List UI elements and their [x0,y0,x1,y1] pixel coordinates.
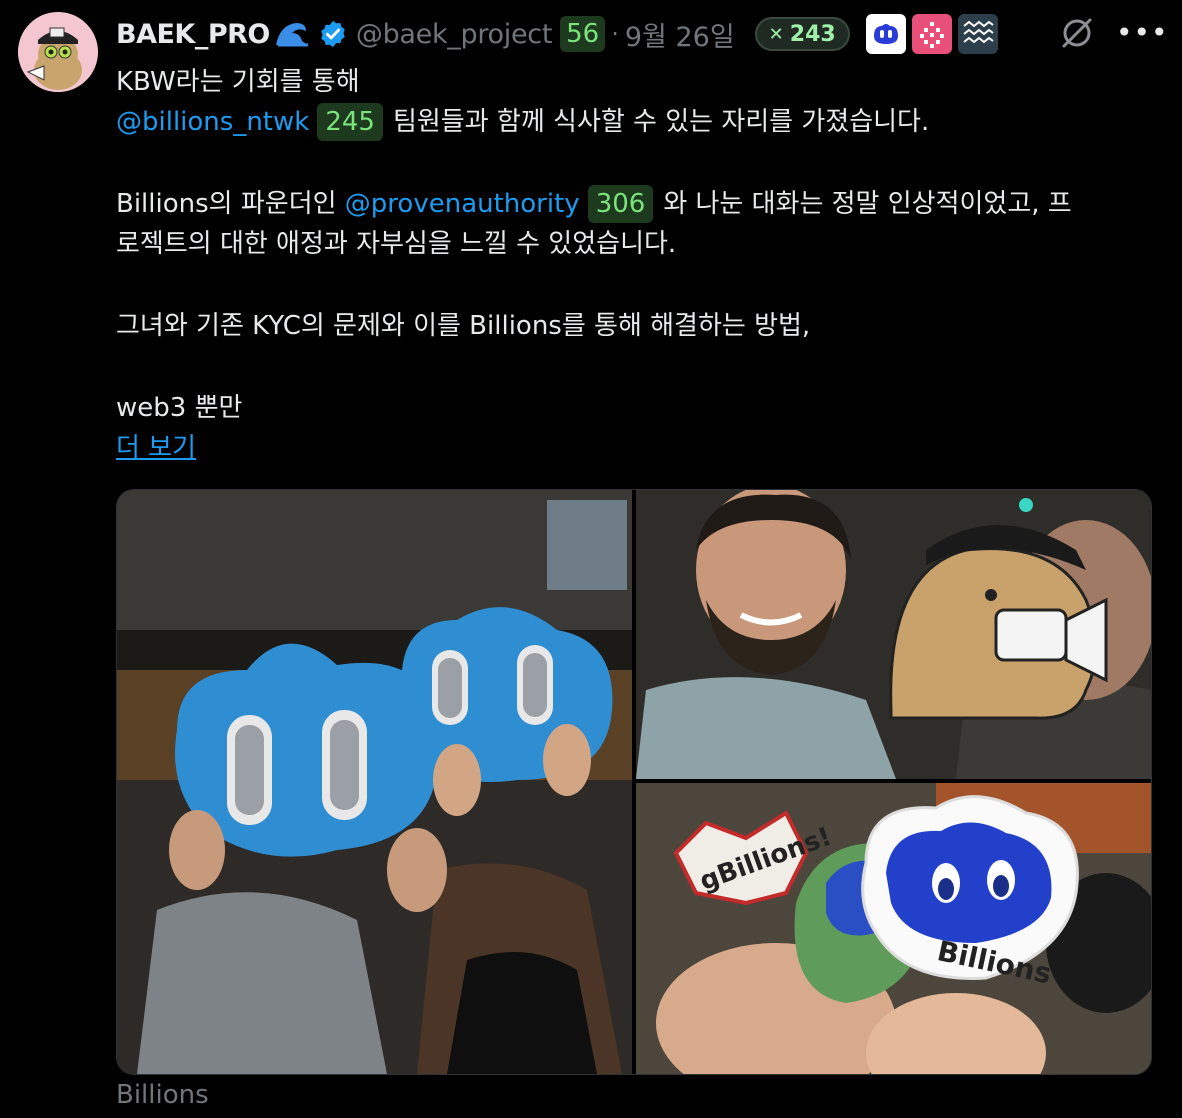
verified-badge-icon[interactable] [318,19,348,49]
text-segment: 그녀와 기존 KYC의 문제와 이를 Billions를 통해 해결하는 방법, [116,311,811,341]
mention-score-badge: 245 [317,103,383,141]
display-name[interactable]: BAEK_PRO [116,19,270,50]
text-segment: 팀원들과 함께 식사할 수 있는 자리를 가졌습니다. [392,107,930,137]
text-segment: 와 나눈 대화는 정말 인상적이었고, 프 [663,189,1072,219]
text-line: 로젝트의 대한 애정과 자부심을 느낄 수 있었습니다. [116,224,1156,264]
text-segment: web3 뿐만 [116,393,243,423]
x-count-value: 243 [789,21,836,47]
billions-app-icon[interactable] [865,14,906,54]
handle[interactable]: @baek_project [356,19,553,50]
separator-dot: · [611,20,619,48]
text-line: KBW라는 기회를 통해 [116,62,1156,102]
x-logo-icon: ✕ [768,23,784,45]
photo-people-with-masks[interactable] [117,490,632,1074]
author-score-badge: 56 [560,16,606,52]
mention-score-badge: 306 [587,185,654,223]
tweet-date[interactable]: 9월 26일 [625,15,735,54]
mention-billions-ntwk[interactable]: @billions_ntwk [116,107,309,137]
text-line: web3 뿐만 [116,388,1156,428]
tweet-header: BAEK_PRO @baek_project 56 · 9월 26일 ✕ 243 [116,12,998,56]
photo-keychains[interactable]: gBillions! Billions [636,783,1151,1074]
text-segment: KBW라는 기회를 통해 [116,67,360,97]
waves-app-icon[interactable] [957,14,998,54]
media-grid: gBillions! Billions [116,489,1152,1075]
show-more-link[interactable]: 더 보기 [116,433,196,463]
media-caption: Billions [116,1080,209,1110]
more-options-icon[interactable]: ••• [1116,16,1169,49]
wave-icon [274,19,310,49]
pink-app-icon[interactable] [911,14,952,54]
mention-provenauthority[interactable]: @provenauthority [345,189,580,219]
text-line: @billions_ntwk 245 팀원들과 함께 식사할 수 있는 자리를 가졌… [116,102,1156,142]
photo-man-and-mascot[interactable] [636,490,1151,779]
avatar[interactable] [18,12,98,92]
text-line: 그녀와 기존 KYC의 문제와 이를 Billions를 통해 해결하는 방법, [116,306,1156,346]
text-segment: Billions의 파운더인 [116,189,337,219]
grok-icon[interactable] [1058,14,1096,52]
text-line: Billions의 파운더인 @provenauthority 306 와 나눈 대… [116,184,1156,224]
tweet-text: KBW라는 기회를 통해 @billions_ntwk 245 팀원들과 함께 식사… [116,62,1156,468]
tweet[interactable]: BAEK_PRO @baek_project 56 · 9월 26일 ✕ 243 [0,0,1182,1118]
x-count-badge[interactable]: ✕ 243 [754,17,850,51]
text-line: 더 보기 [116,428,1156,468]
text-segment: 로젝트의 대한 애정과 자부심을 느낄 수 있었습니다. [116,229,677,259]
